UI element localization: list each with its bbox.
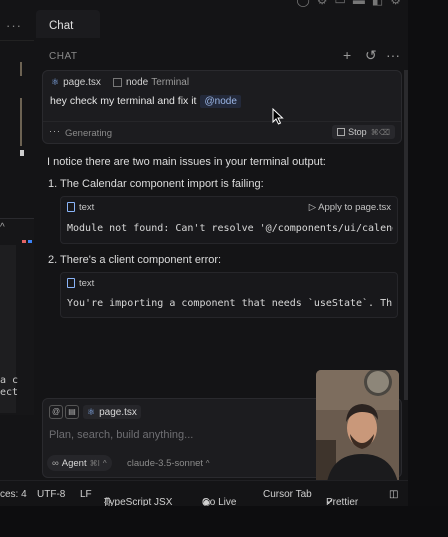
- plus-icon[interactable]: +: [343, 47, 351, 63]
- editor-menu-icon[interactable]: ···: [6, 18, 22, 33]
- response-intro: I notice there are two main issues in yo…: [47, 156, 326, 168]
- stop-shortcut: ⌘⌫: [370, 127, 390, 137]
- status-indentation[interactable]: ces: 4: [0, 489, 27, 500]
- mention-chip[interactable]: @node: [200, 95, 241, 108]
- chevron-up-icon: ^: [102, 458, 107, 468]
- context-chip-file[interactable]: ⚛ page.tsx: [51, 75, 101, 90]
- panel-icon[interactable]: ▬: [353, 0, 372, 7]
- chip-label: node: [126, 77, 149, 88]
- chevron-up-icon: ^: [205, 459, 210, 468]
- editor-indent-guide: [20, 98, 22, 146]
- issue-heading: 1. The Calendar component import is fail…: [48, 178, 264, 190]
- chip-sublabel: Terminal: [151, 77, 190, 88]
- model-select[interactable]: claude-3.5-sonnet ^: [127, 458, 209, 469]
- status-encoding[interactable]: UTF-8: [37, 489, 65, 500]
- editor-indent-guide: [20, 62, 22, 76]
- notifications-icon[interactable]: ◫: [389, 489, 398, 500]
- mention-icon[interactable]: @: [49, 405, 63, 419]
- mouse-pointer-icon: [272, 108, 284, 125]
- stop-label: Stop: [348, 127, 367, 137]
- code-header: text: [61, 273, 397, 293]
- generating-row: ··· Generating Stop ⌘⌫: [43, 121, 401, 144]
- agent-mode-select[interactable]: ∞ Agent ⌘I ^: [47, 455, 112, 471]
- code-block: text ▷ Apply to page.tsx Module not foun…: [60, 196, 398, 244]
- status-eol[interactable]: LF: [80, 489, 92, 500]
- agent-shortcut: ⌘I: [89, 458, 100, 468]
- user-message[interactable]: ⚛ page.tsx node Terminal hey check my te…: [42, 70, 402, 144]
- terminal-icon: [113, 78, 122, 87]
- apply-button[interactable]: ▷ Apply to page.tsx: [309, 202, 391, 213]
- code-line: You're importing a component that needs …: [67, 298, 393, 309]
- message-body: hey check my terminal and fix it: [50, 95, 197, 107]
- chip-label: page.tsx: [99, 406, 137, 418]
- agent-label: Agent: [61, 457, 87, 469]
- status-bar: ces: 4 UTF-8 LF {} TypeScript JSX ◉ Go L…: [0, 480, 408, 508]
- chevron-up-icon[interactable]: ^: [0, 222, 5, 233]
- chip-label: page.tsx: [63, 77, 101, 88]
- apply-label: Apply to page.tsx: [318, 202, 391, 213]
- loading-icon: ···: [49, 126, 61, 136]
- code-language: text: [79, 278, 95, 289]
- composer-context-chip[interactable]: ⚛ page.tsx: [83, 405, 141, 419]
- window-edge: [408, 0, 448, 537]
- code-block: text You're importing a component that n…: [60, 272, 398, 318]
- model-label: claude-3.5-sonnet: [127, 458, 204, 469]
- gear-icon[interactable]: ⚙: [317, 0, 335, 7]
- code-line: Module not found: Can't resolve '@/compo…: [67, 223, 393, 234]
- generating-status: Generating: [65, 128, 113, 139]
- issue-heading: 2. There's a client component error:: [48, 254, 222, 266]
- tab-chat[interactable]: Chat: [36, 10, 100, 38]
- webcam-overlay: [316, 370, 399, 488]
- tab-label: Chat: [49, 20, 74, 32]
- divider: [0, 40, 34, 41]
- account-icon[interactable]: ◯: [296, 0, 316, 7]
- status-dot-blue: [28, 240, 32, 243]
- presenter-video: [316, 370, 399, 488]
- react-icon: ⚛: [87, 406, 96, 417]
- file-icon: [67, 202, 75, 212]
- history-icon[interactable]: ↺: [365, 47, 377, 64]
- message-text: hey check my terminal and fix it @node: [50, 95, 241, 108]
- editor-caret: [20, 150, 24, 156]
- window-controls: ◯⚙▭▬◧⚙: [296, 0, 408, 7]
- layout-icon[interactable]: ▭: [335, 0, 353, 7]
- infinity-icon: ∞: [52, 457, 59, 469]
- tab-bar: Chat ◯⚙▭▬◧⚙: [34, 0, 408, 38]
- image-icon[interactable]: ▤: [65, 405, 79, 419]
- chat-title: CHAT: [49, 51, 78, 62]
- status-dot-red: [22, 240, 26, 243]
- react-icon: ⚛: [51, 77, 60, 87]
- file-icon: [67, 278, 75, 288]
- terminal-text: a c ect: [0, 375, 19, 398]
- status-cursor-tab[interactable]: Cursor Tab: [263, 489, 312, 500]
- sidebar-icon[interactable]: ◧: [372, 0, 390, 7]
- more-icon[interactable]: ···: [386, 47, 400, 63]
- background: [0, 506, 448, 537]
- app-window: ··· ^ a c ect Chat ◯⚙▭▬◧⚙ CHAT + ↺ ··· ⚛…: [0, 0, 448, 537]
- context-chip-terminal[interactable]: node Terminal: [113, 75, 189, 90]
- code-language: text: [79, 202, 95, 213]
- chat-header: CHAT + ↺ ···: [34, 38, 408, 72]
- stop-button[interactable]: Stop ⌘⌫: [332, 125, 395, 139]
- composer-input[interactable]: Plan, search, build anything...: [49, 429, 193, 441]
- code-header: text ▷ Apply to page.tsx: [61, 197, 397, 217]
- stop-icon: [337, 128, 346, 136]
- settings-icon[interactable]: ⚙: [390, 0, 408, 7]
